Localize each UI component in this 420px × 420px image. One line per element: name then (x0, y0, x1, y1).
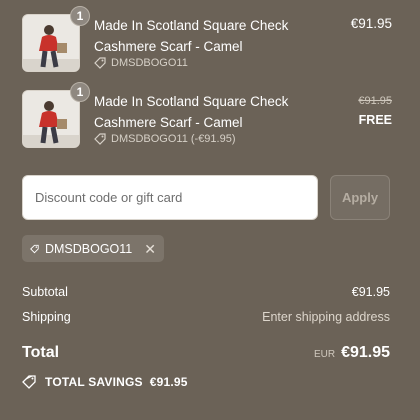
discount-code-input[interactable] (22, 175, 318, 220)
subtotal-value: €91.95 (351, 285, 390, 299)
shipping-value: Enter shipping address (262, 310, 390, 324)
quantity-badge: 1 (70, 6, 90, 26)
product-thumbnail: 1 (22, 82, 90, 150)
applied-code-label: DMSDBOGO11 (44, 241, 133, 256)
tag-icon (94, 133, 106, 145)
tag-icon (30, 244, 39, 253)
item-original-price: €91.95 (358, 95, 392, 107)
total-label: Total (22, 344, 60, 361)
shipping-row: Shipping Enter shipping address (22, 310, 390, 324)
product-thumbnail: 1 (22, 6, 90, 74)
item-discount: DMSDBOGO11 (94, 57, 188, 69)
savings-tag-icon (22, 375, 36, 389)
item-discount-code: DMSDBOGO11 (-€91.95) (111, 133, 236, 145)
subtotal-row: Subtotal €91.95 (22, 285, 390, 299)
currency-code: EUR (313, 349, 336, 360)
subtotal-label: Subtotal (22, 285, 68, 299)
savings-value: €91.95 (149, 375, 188, 389)
item-discount-code: DMSDBOGO11 (111, 57, 188, 69)
total-row: Total EUR €91.95 (22, 344, 390, 362)
quantity-badge: 1 (70, 82, 90, 102)
close-icon[interactable]: ✕ (144, 242, 156, 256)
applied-code-chip: DMSDBOGO11 ✕ (22, 235, 164, 262)
total-savings: TOTAL SAVINGS €91.95 (22, 375, 188, 389)
tag-icon (94, 57, 106, 69)
product-title: Made In Scotland Square Check Cashmere S… (94, 94, 289, 130)
line-item: 1 Made In Scotland Square Check Cashmere… (22, 6, 392, 74)
total-amount: €91.95 (341, 344, 390, 361)
apply-button[interactable]: Apply (330, 175, 390, 220)
line-item: 1 Made In Scotland Square Check Cashmere… (22, 82, 392, 150)
item-price: FREE (358, 113, 392, 127)
item-discount: DMSDBOGO11 (-€91.95) (94, 133, 236, 145)
product-title: Made In Scotland Square Check Cashmere S… (94, 18, 289, 54)
savings-label: TOTAL SAVINGS (45, 375, 143, 389)
item-price: €91.95 (350, 16, 392, 31)
shipping-label: Shipping (22, 310, 71, 324)
